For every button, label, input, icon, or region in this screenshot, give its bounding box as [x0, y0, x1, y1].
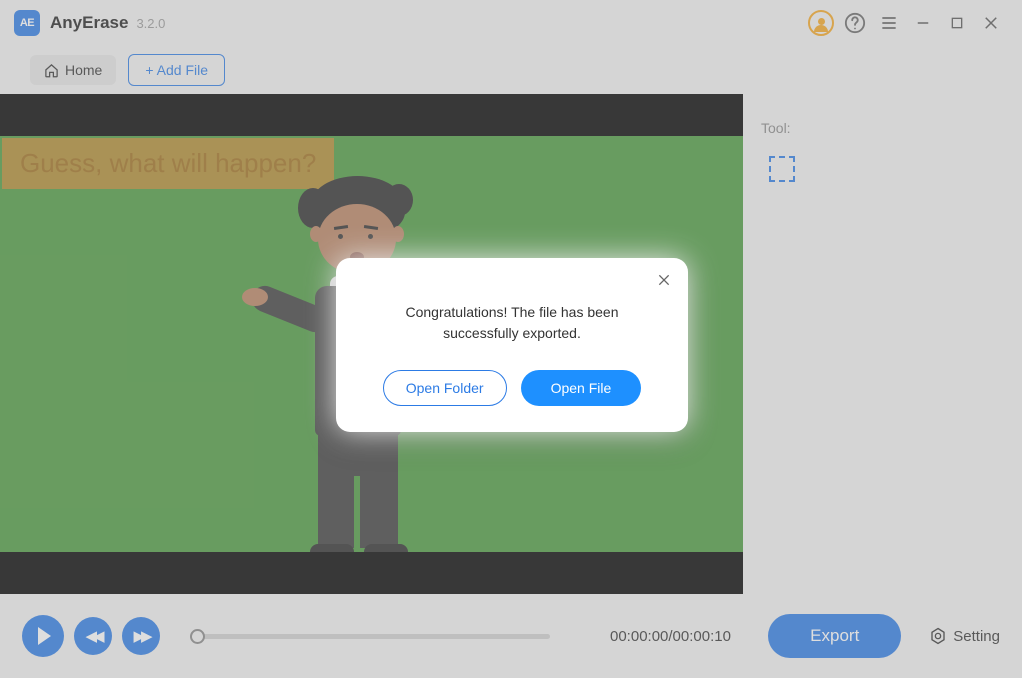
export-success-modal: Congratulations! The file has been succe… [336, 258, 688, 432]
modal-close-button[interactable] [656, 272, 672, 288]
close-icon [656, 272, 672, 288]
open-file-button[interactable]: Open File [521, 370, 642, 406]
open-folder-button[interactable]: Open Folder [383, 370, 507, 406]
modal-message: Congratulations! The file has been succe… [368, 302, 656, 344]
